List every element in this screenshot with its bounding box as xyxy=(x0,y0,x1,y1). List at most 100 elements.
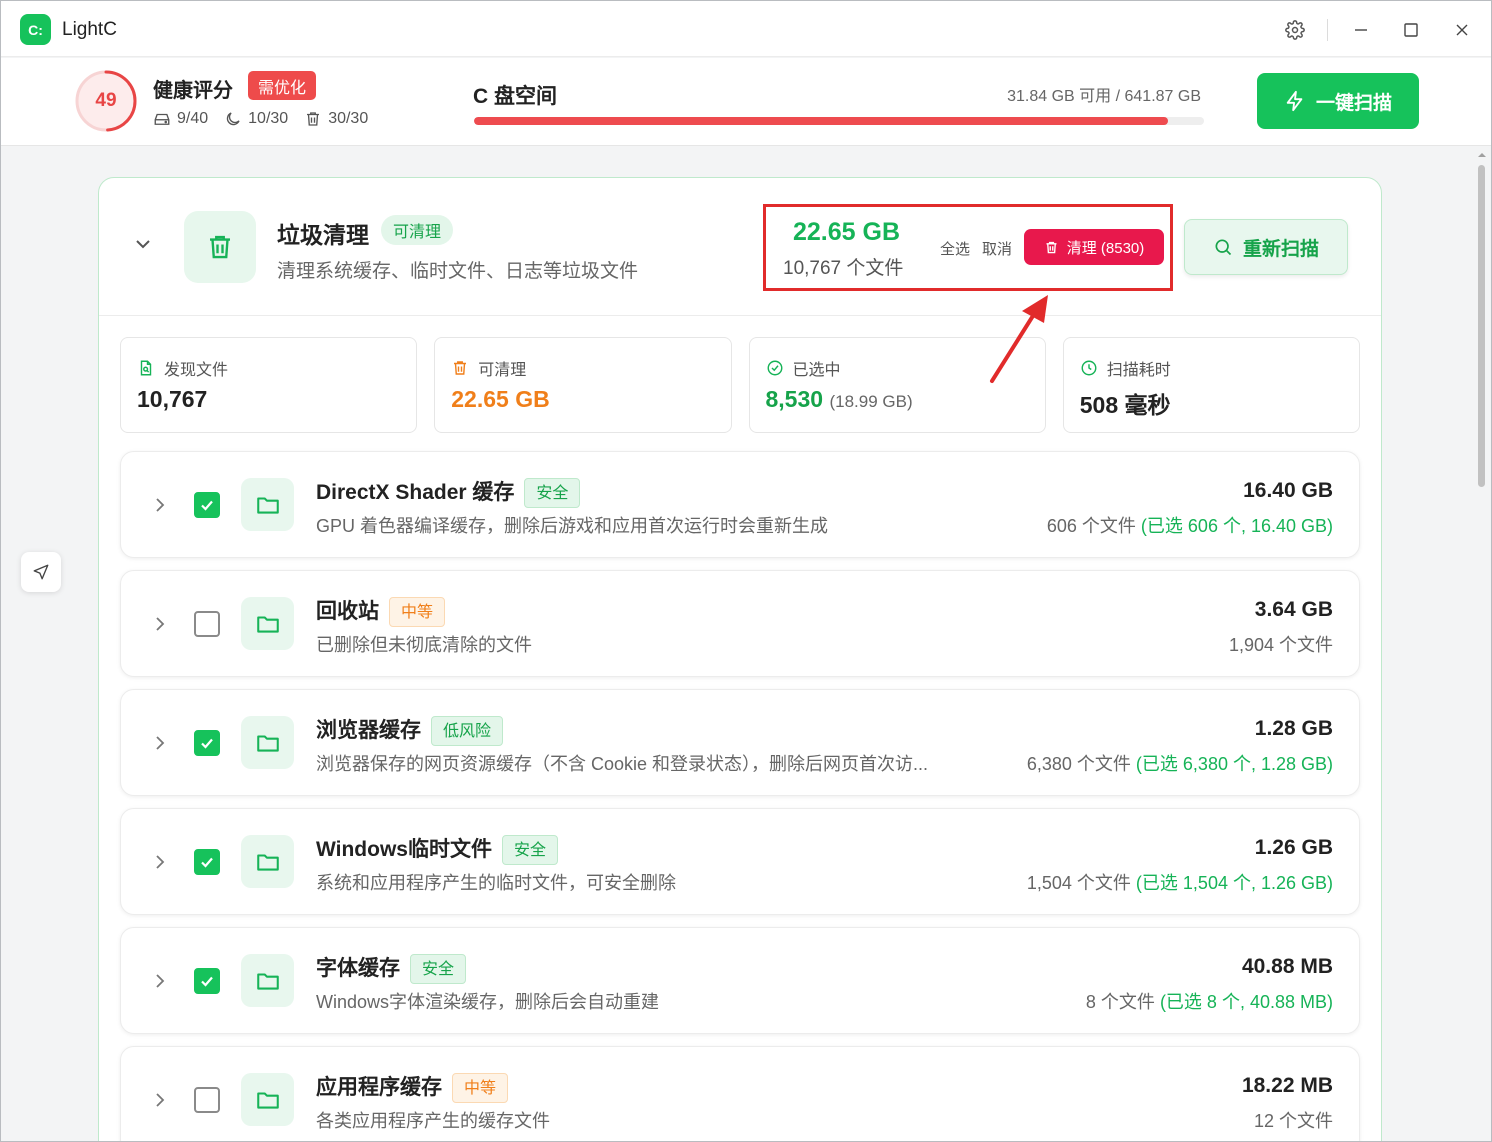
chevron-right-icon[interactable] xyxy=(151,734,169,752)
item-title: Windows临时文件 安全 xyxy=(316,833,558,866)
list-item[interactable]: 应用程序缓存 中等各类应用程序产生的缓存文件 18.22 MB 12 个文件 xyxy=(120,1046,1360,1141)
junk-category-list: DirectX Shader 缓存 安全 GPU 着色器编译缓存，删除后游戏和应用首… xyxy=(120,451,1360,1141)
folder-icon xyxy=(256,853,279,871)
maximize-icon xyxy=(1404,23,1418,37)
item-checkbox[interactable] xyxy=(194,611,220,637)
item-size: 18.22 MB xyxy=(1241,1074,1333,1097)
health-label: 健康评分 xyxy=(153,80,233,102)
app-logo: C: xyxy=(20,14,51,45)
rescan-button[interactable]: 重新扫描 xyxy=(1184,219,1348,275)
total-size: 22.65 GB xyxy=(793,218,901,246)
item-file-count: 6,380 个文件 (已选 6,380 个, 1.28 GB) xyxy=(1027,750,1333,776)
chevron-right-icon[interactable] xyxy=(151,496,169,514)
item-icon xyxy=(241,716,294,769)
mini-stat: 30/30 xyxy=(304,110,368,128)
vertical-scrollbar[interactable] xyxy=(1475,147,1489,1141)
item-title: 字体缓存 安全 xyxy=(316,952,467,985)
item-size: 3.64 GB xyxy=(1254,598,1333,621)
item-description: GPU 着色器编译缓存，删除后游戏和应用首次运行时会重新生成 xyxy=(316,516,829,536)
maximize-button[interactable] xyxy=(1396,15,1426,45)
list-item[interactable]: DirectX Shader 缓存 安全 GPU 着色器编译缓存，删除后游戏和应用首… xyxy=(120,451,1360,558)
item-icon xyxy=(241,597,294,650)
chevron-down-icon[interactable] xyxy=(133,234,153,254)
item-title-text: 应用程序缓存 xyxy=(316,1076,442,1099)
checkmark-icon xyxy=(201,976,213,987)
chevron-right-icon[interactable] xyxy=(151,1091,169,1109)
one-click-scan-button[interactable]: 一键扫描 xyxy=(1257,73,1419,129)
item-title-text: 字体缓存 xyxy=(316,957,400,980)
risk-badge: 安全 xyxy=(410,954,467,985)
disk-label: C 盘空间 xyxy=(473,85,557,108)
item-title-text: Windows临时文件 xyxy=(316,838,492,861)
item-description: 浏览器保存的网页资源缓存（不含 Cookie 和登录状态），删除后网页首次访..… xyxy=(316,754,929,774)
item-files: 606 个文件 xyxy=(1046,516,1136,536)
mini-stat: 9/40 xyxy=(153,110,208,128)
item-title-text: 浏览器缓存 xyxy=(316,719,421,742)
card-description: 清理系统缓存、临时文件、日志等垃圾文件 xyxy=(277,261,639,282)
list-item[interactable]: 字体缓存 安全 Windows字体渲染缓存，删除后会自动重建 40.88 MB 8 个文… xyxy=(120,927,1360,1034)
item-checkbox[interactable] xyxy=(194,492,220,518)
stat-value: 8,530 (18.99 GB) xyxy=(766,386,913,413)
title-bar: C: LightC xyxy=(1,1,1491,57)
stat-cleanable: 可清理 22.65 GB xyxy=(434,337,732,433)
navigate-float-button[interactable] xyxy=(21,552,61,592)
total-files: 10,767 个文件 xyxy=(783,258,904,279)
item-selected: (已选 606 个, 16.40 GB) xyxy=(1140,516,1333,536)
item-title: DirectX Shader 缓存 安全 xyxy=(316,476,581,509)
mini-stat-value: 30/30 xyxy=(328,110,369,127)
chevron-right-icon[interactable] xyxy=(151,853,169,871)
close-button[interactable] xyxy=(1447,15,1477,45)
folder-icon xyxy=(256,496,279,514)
minimize-button[interactable] xyxy=(1346,15,1376,45)
cancel-selection-button[interactable]: 取消 xyxy=(982,238,1012,259)
disk-usage-bar xyxy=(474,117,1204,125)
stat-label: 扫描耗时 xyxy=(1080,356,1171,380)
item-description: 各类应用程序产生的缓存文件 xyxy=(316,1111,550,1131)
item-description: 系统和应用程序产生的临时文件，可安全删除 xyxy=(316,873,676,893)
scrollbar-thumb[interactable] xyxy=(1478,165,1485,487)
item-selected: (已选 8 个, 40.88 MB) xyxy=(1159,992,1333,1012)
stat-value: 22.65 GB xyxy=(451,386,550,412)
item-size: 1.26 GB xyxy=(1254,836,1333,859)
app-window: C: LightC 49 健康评分 需优化 9/40 10/30 30/30 C… xyxy=(0,0,1492,1142)
clean-button[interactable]: 清理 (8530) xyxy=(1024,229,1164,265)
item-file-count: 8 个文件 (已选 8 个, 40.88 MB) xyxy=(1086,988,1333,1014)
navigation-icon xyxy=(33,564,49,580)
folder-icon xyxy=(256,1091,279,1109)
item-icon xyxy=(241,478,294,531)
chevron-right-icon[interactable] xyxy=(151,615,169,633)
stat-value: 508 毫秒 xyxy=(1079,392,1171,418)
mini-stat: 10/30 xyxy=(224,110,288,128)
list-item[interactable]: 浏览器缓存 低风险 浏览器保存的网页资源缓存（不含 Cookie 和登录状态），删除… xyxy=(120,689,1360,796)
app-title: LightC xyxy=(62,19,117,40)
item-files: 1,504 个文件 xyxy=(1026,873,1131,893)
rescan-label: 重新扫描 xyxy=(1242,238,1319,260)
settings-button[interactable] xyxy=(1280,15,1310,45)
item-checkbox[interactable] xyxy=(194,1087,220,1113)
item-title: 回收站 中等 xyxy=(316,595,446,628)
item-checkbox[interactable] xyxy=(194,968,220,994)
item-title-text: 回收站 xyxy=(316,600,379,623)
item-size: 16.40 GB xyxy=(1243,479,1333,502)
list-item[interactable]: 回收站 中等 已删除但未彻底清除的文件 3.64 GB 1,904 个文件 xyxy=(120,570,1360,677)
folder-icon xyxy=(256,734,279,752)
item-files: 12 个文件 xyxy=(1253,1111,1333,1131)
item-file-count: 606 个文件 (已选 606 个, 16.40 GB) xyxy=(1047,512,1333,538)
chevron-right-icon[interactable] xyxy=(151,972,169,990)
select-all-button[interactable]: 全选 xyxy=(940,238,970,259)
stat-label: 可清理 xyxy=(451,356,526,380)
item-checkbox[interactable] xyxy=(194,849,220,875)
folder-icon xyxy=(256,972,279,990)
minimize-icon xyxy=(1355,29,1367,31)
stat-label: 已选中 xyxy=(766,356,841,380)
disk-capacity-info: 31.84 GB 可用 / 641.87 GB xyxy=(1007,88,1201,105)
scroll-up-icon[interactable] xyxy=(1478,151,1486,159)
item-title: 应用程序缓存 中等 xyxy=(316,1071,509,1104)
item-checkbox[interactable] xyxy=(194,730,220,756)
cleanable-badge: 可清理 xyxy=(381,215,454,245)
stat-scan-duration: 扫描耗时 508 毫秒 xyxy=(1062,337,1360,433)
clean-label: 清理 (8530) xyxy=(1066,239,1145,257)
list-item[interactable]: Windows临时文件 安全系统和应用程序产生的临时文件，可安全删除 1.26 GB… xyxy=(120,808,1360,915)
health-status-badge: 需优化 xyxy=(248,71,317,100)
card-title: 垃圾清理 xyxy=(277,222,369,248)
